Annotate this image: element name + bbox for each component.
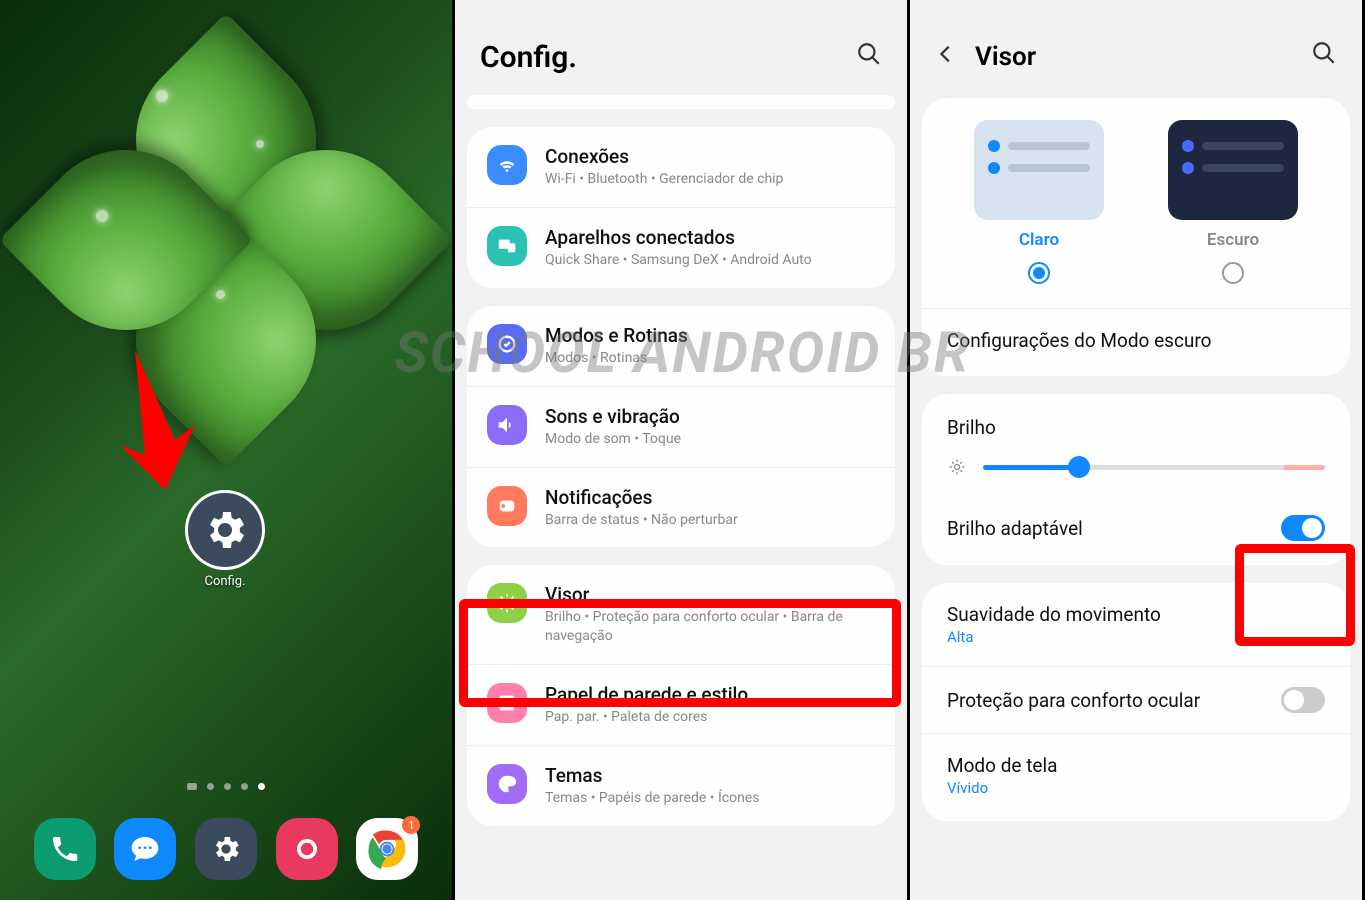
page-title: Config.	[480, 40, 577, 75]
theme-option-light[interactable]: Claro	[974, 120, 1104, 288]
back-icon[interactable]	[935, 42, 957, 72]
row-title: Suavidade do movimento	[947, 603, 1161, 626]
messages-app-icon[interactable]	[114, 818, 176, 880]
row-value: Alta	[947, 628, 1161, 646]
page-title: Visor	[975, 42, 1293, 72]
notifications-icon	[487, 486, 527, 526]
settings-app-icon[interactable]	[195, 818, 257, 880]
item-subtitle: Barra de status • Não perturbar	[545, 511, 875, 530]
row-title: Configurações do Modo escuro	[947, 329, 1212, 352]
eye-comfort-toggle[interactable]	[1281, 687, 1325, 713]
row-title: Proteção para conforto ocular	[947, 689, 1200, 712]
item-title: Visor	[545, 583, 875, 606]
wifi-icon	[487, 145, 527, 185]
dark-mode-settings-row[interactable]: Configurações do Modo escuro	[922, 308, 1350, 372]
item-title: Notificações	[545, 486, 875, 509]
brightness-icon	[947, 457, 967, 477]
display-options-card: Suavidade do movimento Alta Proteção par…	[922, 583, 1350, 821]
item-subtitle: Brilho • Proteção para conforto ocular •…	[545, 608, 875, 646]
item-subtitle: Modo de som • Toque	[545, 430, 875, 449]
config-app-label: Config.	[185, 574, 265, 589]
item-title: Sons e vibração	[545, 405, 875, 428]
camera-app-icon[interactable]	[276, 818, 338, 880]
display-settings-panel: Visor Claro Escuro	[910, 0, 1365, 900]
theme-label-light: Claro	[974, 230, 1104, 250]
search-icon[interactable]	[1311, 40, 1337, 73]
settings-group-connections: Conexões Wi-Fi • Bluetooth • Gerenciador…	[467, 127, 895, 288]
brightness-label: Brilho	[947, 416, 1325, 439]
theme-option-dark[interactable]: Escuro	[1168, 120, 1298, 288]
slider-thumb[interactable]	[1068, 456, 1090, 478]
theme-preview-light	[974, 120, 1104, 220]
notification-badge: 1	[402, 816, 420, 834]
radio-light[interactable]	[1028, 262, 1050, 284]
brightness-slider[interactable]	[983, 465, 1325, 470]
row-title: Modo de tela	[947, 754, 1057, 777]
settings-item-modos[interactable]: Modos e Rotinas Modos • Rotinas	[467, 306, 895, 386]
adaptive-brightness-toggle[interactable]	[1281, 515, 1325, 541]
item-title: Temas	[545, 764, 875, 787]
item-subtitle: Temas • Papéis de parede • Ícones	[545, 789, 875, 808]
dock: 1	[0, 818, 452, 880]
row-title: Brilho adaptável	[947, 517, 1083, 540]
item-title: Papel de parede e estilo	[545, 683, 875, 706]
item-subtitle: Wi-Fi • Bluetooth • Gerenciador de chip	[545, 170, 875, 189]
search-icon[interactable]	[856, 41, 882, 74]
settings-header: Config.	[455, 0, 907, 100]
theme-mode-card: Claro Escuro Configurações do Modo escur…	[922, 98, 1350, 376]
item-subtitle: Modos • Rotinas	[545, 349, 875, 368]
annotation-arrow	[95, 340, 215, 500]
settings-item-notificacoes[interactable]: Notificações Barra de status • Não pertu…	[467, 467, 895, 548]
theme-preview-dark	[1168, 120, 1298, 220]
wallpaper-icon	[487, 683, 527, 723]
adaptive-brightness-row[interactable]: Brilho adaptável	[922, 495, 1350, 561]
display-icon	[487, 583, 527, 623]
settings-group-general: Modos e Rotinas Modos • Rotinas Sons e v…	[467, 306, 895, 548]
settings-group-display: Visor Brilho • Proteção para conforto oc…	[467, 565, 895, 826]
gear-icon	[185, 490, 265, 570]
settings-item-papel[interactable]: Papel de parede e estilo Pap. par. • Pal…	[467, 664, 895, 745]
settings-item-aparelhos[interactable]: Aparelhos conectados Quick Share • Samsu…	[467, 207, 895, 288]
routines-icon	[487, 324, 527, 364]
wallpaper-clover	[36, 50, 416, 430]
eye-comfort-row[interactable]: Proteção para conforto ocular	[922, 666, 1350, 733]
motion-smoothness-row[interactable]: Suavidade do movimento Alta	[922, 583, 1350, 666]
settings-item-sons[interactable]: Sons e vibração Modo de som • Toque	[467, 386, 895, 467]
home-screen-panel: Config. 1	[0, 0, 455, 900]
themes-icon	[487, 764, 527, 804]
settings-item-temas[interactable]: Temas Temas • Papéis de parede • Ícones	[467, 745, 895, 826]
settings-list-panel: Config. Conexões Wi-Fi • Bluetooth • Ger…	[455, 0, 910, 900]
item-title: Modos e Rotinas	[545, 324, 875, 347]
item-title: Aparelhos conectados	[545, 226, 875, 249]
settings-item-conexoes[interactable]: Conexões Wi-Fi • Bluetooth • Gerenciador…	[467, 127, 895, 207]
screen-mode-row[interactable]: Modo de tela Vívido	[922, 733, 1350, 817]
row-value: Vívido	[947, 779, 1057, 797]
item-subtitle: Quick Share • Samsung DeX • Android Auto	[545, 251, 875, 270]
brightness-card: Brilho Brilho adaptável	[922, 394, 1350, 565]
radio-dark[interactable]	[1222, 262, 1244, 284]
devices-icon	[487, 226, 527, 266]
chrome-app-icon[interactable]: 1	[356, 818, 418, 880]
phone-app-icon[interactable]	[34, 818, 96, 880]
page-indicator[interactable]	[187, 783, 265, 790]
config-app-shortcut[interactable]: Config.	[185, 490, 265, 589]
item-title: Conexões	[545, 145, 875, 168]
theme-label-dark: Escuro	[1168, 230, 1298, 250]
sound-icon	[487, 405, 527, 445]
display-header: Visor	[910, 0, 1362, 98]
item-subtitle: Pap. par. • Paleta de cores	[545, 708, 875, 727]
settings-item-visor[interactable]: Visor Brilho • Proteção para conforto oc…	[467, 565, 895, 664]
